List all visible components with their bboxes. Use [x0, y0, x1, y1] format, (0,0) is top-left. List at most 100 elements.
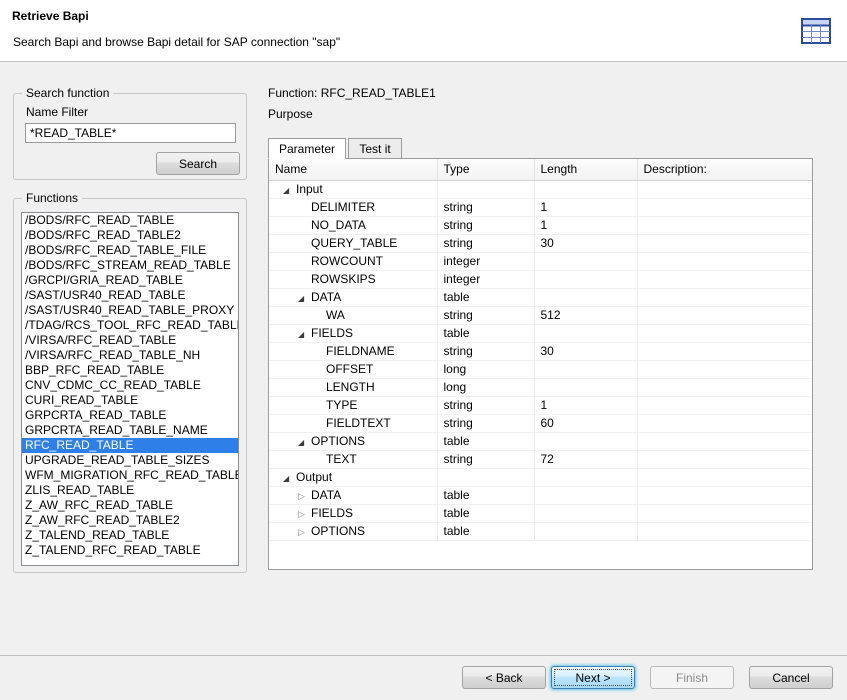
param-description	[637, 414, 812, 432]
list-item[interactable]: BBP_RFC_READ_TABLE	[22, 363, 238, 378]
search-button[interactable]: Search	[156, 152, 240, 175]
param-length: 60	[534, 414, 637, 432]
page-subtitle: Search Bapi and browse Bapi detail for S…	[13, 35, 340, 49]
expander-closed-icon[interactable]: ▷	[298, 527, 311, 538]
list-item[interactable]: /SAST/USR40_READ_TABLE_PROXY	[22, 303, 238, 318]
param-name: OFFSET	[326, 362, 373, 376]
param-length: 1	[534, 216, 637, 234]
param-row[interactable]: OFFSETlong	[269, 360, 812, 378]
column-header-type[interactable]: Type	[437, 159, 534, 180]
expander-open-icon[interactable]: ◢	[298, 438, 311, 447]
functions-list[interactable]: /BODS/RFC_READ_TABLE/BODS/RFC_READ_TABLE…	[21, 212, 239, 566]
list-item[interactable]: WFM_MIGRATION_RFC_READ_TABLE	[22, 468, 238, 483]
param-row[interactable]: ▷OPTIONStable	[269, 522, 812, 540]
cancel-button[interactable]: Cancel	[749, 666, 833, 689]
tab-parameter[interactable]: Parameter	[268, 138, 346, 159]
param-length	[534, 270, 637, 288]
list-item[interactable]: CURI_READ_TABLE	[22, 393, 238, 408]
param-name: ROWCOUNT	[311, 254, 383, 268]
list-item[interactable]: ZLIS_READ_TABLE	[22, 483, 238, 498]
param-length: 72	[534, 450, 637, 468]
param-row[interactable]: ◢Input	[269, 180, 812, 198]
list-item[interactable]: CNV_CDMC_CC_READ_TABLE	[22, 378, 238, 393]
param-row[interactable]: TYPEstring1	[269, 396, 812, 414]
list-item[interactable]: /VIRSA/RFC_READ_TABLE_NH	[22, 348, 238, 363]
expander-open-icon[interactable]: ◢	[298, 330, 311, 339]
param-row[interactable]: ▷DATAtable	[269, 486, 812, 504]
list-item[interactable]: /BODS/RFC_READ_TABLE_FILE	[22, 243, 238, 258]
param-name: Input	[296, 182, 323, 196]
expander-closed-icon[interactable]: ▷	[298, 491, 311, 502]
functions-group-label: Functions	[22, 191, 82, 205]
param-row[interactable]: DELIMITERstring1	[269, 198, 812, 216]
list-item[interactable]: GRPCRTA_READ_TABLE_NAME	[22, 423, 238, 438]
param-description	[637, 342, 812, 360]
expander-open-icon[interactable]: ◢	[283, 474, 296, 483]
param-length	[534, 324, 637, 342]
param-type: integer	[437, 252, 534, 270]
detail-tabbar: Parameter Test it	[268, 138, 401, 159]
param-length	[534, 504, 637, 522]
param-description	[637, 288, 812, 306]
param-row[interactable]: FIELDTEXTstring60	[269, 414, 812, 432]
param-type	[437, 180, 534, 198]
param-description	[637, 270, 812, 288]
column-header-name[interactable]: Name	[269, 159, 437, 180]
tab-test-it[interactable]: Test it	[348, 138, 401, 159]
list-item[interactable]: /GRCPI/GRIA_READ_TABLE	[22, 273, 238, 288]
column-header-description[interactable]: Description:	[637, 159, 812, 180]
list-item[interactable]: /BODS/RFC_STREAM_READ_TABLE	[22, 258, 238, 273]
next-button[interactable]: Next >	[551, 666, 635, 689]
expander-closed-icon[interactable]: ▷	[298, 509, 311, 520]
param-row[interactable]: ROWSKIPSinteger	[269, 270, 812, 288]
param-row[interactable]: NO_DATAstring1	[269, 216, 812, 234]
param-row[interactable]: ROWCOUNT integer	[269, 252, 812, 270]
param-row[interactable]: ◢FIELDStable	[269, 324, 812, 342]
param-row[interactable]: ◢DATA table	[269, 288, 812, 306]
param-row[interactable]: TEXTstring72	[269, 450, 812, 468]
list-item[interactable]: /VIRSA/RFC_READ_TABLE	[22, 333, 238, 348]
back-button[interactable]: < Back	[462, 666, 546, 689]
param-row[interactable]: QUERY_TABLEstring30	[269, 234, 812, 252]
list-item[interactable]: GRPCRTA_READ_TABLE	[22, 408, 238, 423]
param-type: table	[437, 288, 534, 306]
name-filter-input[interactable]	[25, 123, 236, 143]
list-item[interactable]: /BODS/RFC_READ_TABLE2	[22, 228, 238, 243]
param-row[interactable]: ▷FIELDStable	[269, 504, 812, 522]
list-item[interactable]: RFC_READ_TABLE	[22, 438, 238, 453]
list-item[interactable]: Z_AW_RFC_READ_TABLE2	[22, 513, 238, 528]
param-length	[534, 288, 637, 306]
list-item[interactable]: Z_AW_RFC_READ_TABLE	[22, 498, 238, 513]
param-length: 1	[534, 198, 637, 216]
list-item[interactable]: UPGRADE_READ_TABLE_SIZES	[22, 453, 238, 468]
param-name: QUERY_TABLE	[311, 236, 397, 250]
param-type: string	[437, 342, 534, 360]
param-length: 30	[534, 342, 637, 360]
param-row[interactable]: LENGTHlong	[269, 378, 812, 396]
list-item[interactable]: /BODS/RFC_READ_TABLE	[22, 213, 238, 228]
param-description	[637, 486, 812, 504]
param-description	[637, 432, 812, 450]
search-function-group: Search function Name Filter Search	[13, 93, 247, 180]
param-name: FIELDS	[311, 506, 353, 520]
list-item[interactable]: Z_TALEND_RFC_READ_TABLE	[22, 543, 238, 558]
list-item[interactable]: /SAST/USR40_READ_TABLE	[22, 288, 238, 303]
param-length	[534, 522, 637, 540]
param-length	[534, 378, 637, 396]
column-header-length[interactable]: Length	[534, 159, 637, 180]
param-description	[637, 468, 812, 486]
param-description	[637, 360, 812, 378]
param-row[interactable]: WAstring512	[269, 306, 812, 324]
param-name: LENGTH	[326, 380, 375, 394]
expander-open-icon[interactable]: ◢	[298, 294, 311, 303]
param-length: 1	[534, 396, 637, 414]
param-row[interactable]: ◢OPTIONStable	[269, 432, 812, 450]
expander-open-icon[interactable]: ◢	[283, 186, 296, 195]
search-function-group-label: Search function	[22, 86, 113, 100]
list-item[interactable]: Z_TALEND_READ_TABLE	[22, 528, 238, 543]
list-item[interactable]: /TDAG/RCS_TOOL_RFC_READ_TABLE	[22, 318, 238, 333]
param-name: DATA	[311, 290, 341, 304]
param-row[interactable]: ◢Output	[269, 468, 812, 486]
param-description	[637, 324, 812, 342]
param-row[interactable]: FIELDNAMEstring30	[269, 342, 812, 360]
